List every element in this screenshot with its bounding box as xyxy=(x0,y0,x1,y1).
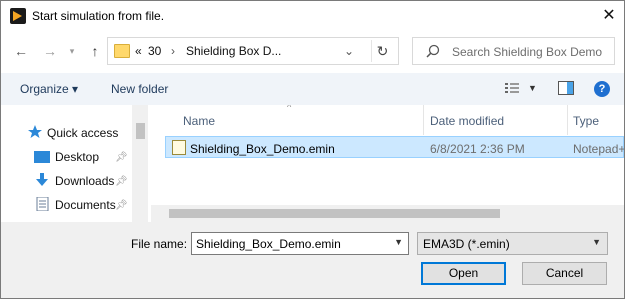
change-view-icon[interactable] xyxy=(504,81,520,95)
back-button[interactable]: ← xyxy=(11,41,31,61)
emin-file-icon xyxy=(172,140,186,155)
open-file-dialog: Start simulation from file. ✕ ← → ▾ ↑ « … xyxy=(0,0,625,299)
column-header-name[interactable]: Name xyxy=(183,114,215,128)
refresh-button[interactable]: ↻ xyxy=(371,40,393,62)
nav-item-downloads[interactable]: Downloads xyxy=(55,174,114,188)
file-date-modified: 6/8/2021 2:36 PM xyxy=(430,142,525,156)
command-bar: Organize ▾ New folder ▼ ? xyxy=(1,73,624,105)
desktop-icon xyxy=(34,151,50,163)
nav-item-desktop[interactable]: Desktop xyxy=(55,150,99,164)
title-bar: Start simulation from file. ✕ xyxy=(1,1,624,31)
column-divider[interactable] xyxy=(423,105,424,135)
view-options-dropdown-icon[interactable]: ▼ xyxy=(528,83,537,93)
new-folder-button[interactable]: New folder xyxy=(111,82,168,96)
pin-icon: 📌︎ xyxy=(115,200,128,211)
file-type-value: EMA3D (*.emin) xyxy=(423,237,510,251)
file-name: Shielding_Box_Demo.emin xyxy=(190,142,335,156)
documents-icon xyxy=(36,197,49,211)
file-row[interactable]: Shielding_Box_Demo.emin 6/8/2021 2:36 PM… xyxy=(165,136,624,158)
app-icon xyxy=(10,8,26,24)
up-button[interactable]: ↑ xyxy=(85,41,105,61)
search-box[interactable]: Search Shielding Box Demo xyxy=(412,37,615,65)
nav-item-quick-access[interactable]: Quick access xyxy=(47,126,118,140)
sort-ascending-icon: ^ xyxy=(287,105,292,112)
pin-icon: 📌︎ xyxy=(115,176,128,187)
file-name-value: Shielding_Box_Demo.emin xyxy=(196,237,341,251)
recent-locations-dropdown[interactable]: ▾ xyxy=(62,41,82,61)
organize-button[interactable]: Organize ▾ xyxy=(20,82,78,96)
column-header-date-modified[interactable]: Date modified xyxy=(430,114,504,128)
breadcrumb-overflow[interactable]: « xyxy=(135,44,142,58)
navigation-pane: Quick access Desktop 📌︎ Downloads 📌︎ Doc… xyxy=(1,105,148,222)
folder-icon xyxy=(114,44,130,58)
window-title: Start simulation from file. xyxy=(32,9,165,23)
nav-pane-scrollbar-thumb[interactable] xyxy=(136,123,145,139)
preview-pane-icon[interactable] xyxy=(558,81,574,95)
download-icon xyxy=(36,173,48,186)
chevron-down-icon[interactable]: ▼ xyxy=(592,237,601,247)
address-bar[interactable]: « 30 › Shielding Box D... ⌄ ↻ xyxy=(107,37,399,65)
nav-item-documents[interactable]: Documents xyxy=(55,198,116,212)
file-list: ^ Name Date modified Type Shielding_Box_… xyxy=(151,105,624,222)
breadcrumb-item[interactable]: 30 xyxy=(148,44,161,58)
file-name-input[interactable]: Shielding_Box_Demo.emin ▼ xyxy=(191,232,409,255)
open-button[interactable]: Open xyxy=(421,262,506,285)
file-name-label: File name: xyxy=(131,237,188,251)
address-dropdown-icon[interactable]: ⌄ xyxy=(344,44,354,58)
breadcrumb-separator[interactable]: › xyxy=(171,44,175,58)
column-divider[interactable] xyxy=(567,105,568,135)
file-type-select[interactable]: EMA3D (*.emin) ▼ xyxy=(417,232,608,255)
cancel-button[interactable]: Cancel xyxy=(522,262,607,285)
close-button[interactable]: ✕ xyxy=(599,6,619,26)
pin-icon: 📌︎ xyxy=(115,152,128,163)
chevron-down-icon[interactable]: ▼ xyxy=(394,237,403,247)
search-icon xyxy=(426,44,440,58)
horizontal-scrollbar-thumb[interactable] xyxy=(169,209,500,218)
search-placeholder: Search Shielding Box Demo xyxy=(452,45,603,59)
column-header-type[interactable]: Type xyxy=(573,114,599,128)
file-type: Notepad++ xyxy=(573,142,624,156)
breadcrumb-item[interactable]: Shielding Box D... xyxy=(186,44,281,58)
bottom-panel: File name: Shielding_Box_Demo.emin ▼ EMA… xyxy=(1,222,624,298)
star-icon xyxy=(28,125,42,138)
help-button[interactable]: ? xyxy=(594,81,610,97)
forward-button[interactable]: → xyxy=(40,41,60,61)
